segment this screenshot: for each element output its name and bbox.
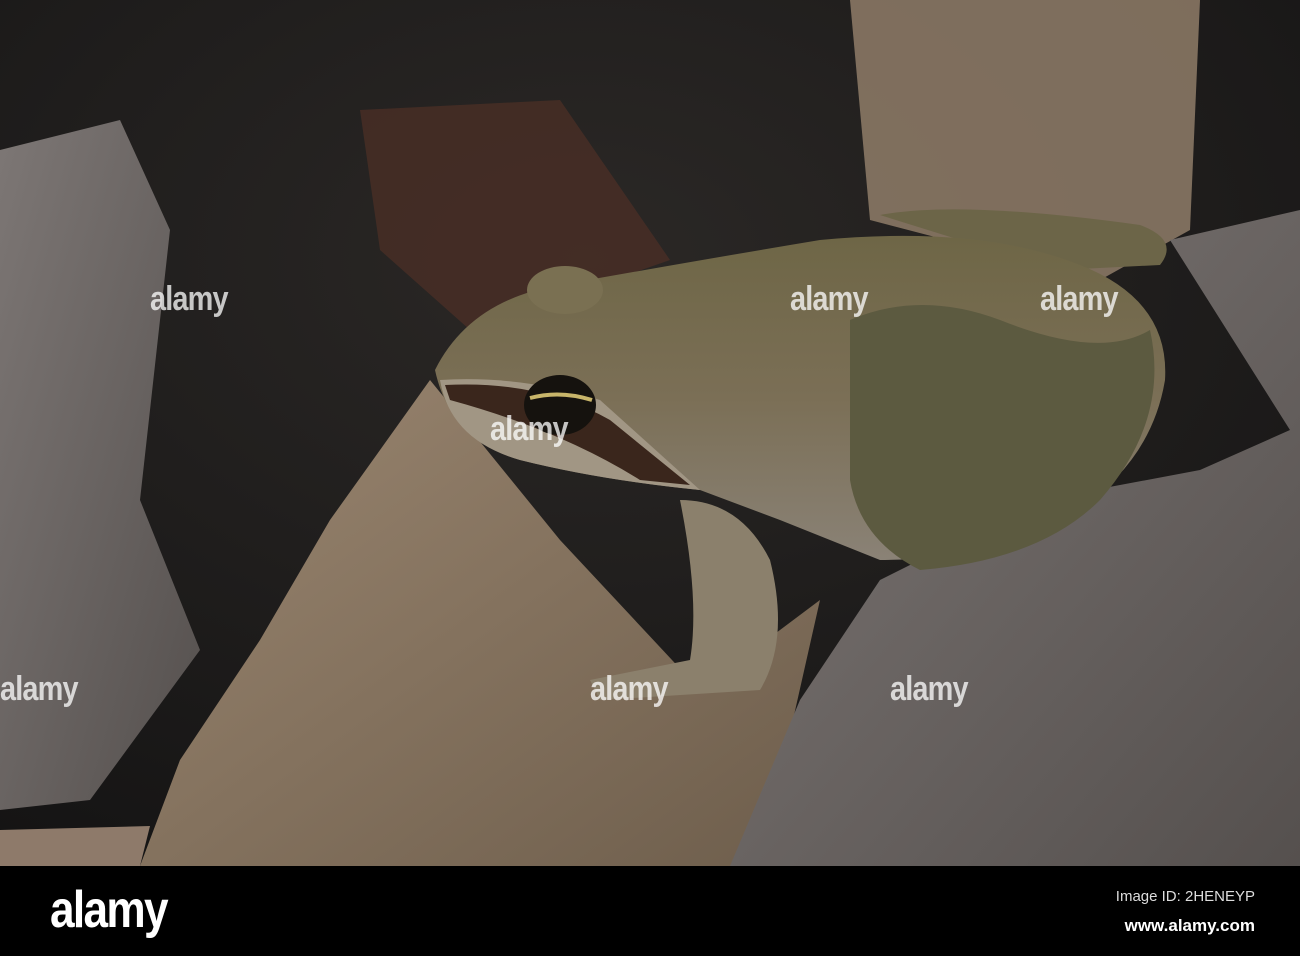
watermark: alamy	[890, 670, 969, 708]
alamy-logo: alamy	[50, 881, 169, 939]
watermark: alamy	[590, 670, 669, 708]
watermark: alamy	[790, 280, 869, 318]
footer-bar: alamy Image ID: 2HENEYP www.alamy.com	[0, 866, 1300, 956]
frog-photo	[0, 0, 1300, 866]
watermark: alamy	[150, 280, 229, 318]
watermark: alamy	[490, 410, 569, 448]
watermark: alamy	[1040, 280, 1119, 318]
image-id: Image ID: 2HENEYP	[1115, 888, 1255, 905]
watermark: alamy	[0, 670, 79, 708]
leaf-bottom-left	[0, 826, 150, 866]
website-link[interactable]: www.alamy.com	[1125, 916, 1255, 936]
